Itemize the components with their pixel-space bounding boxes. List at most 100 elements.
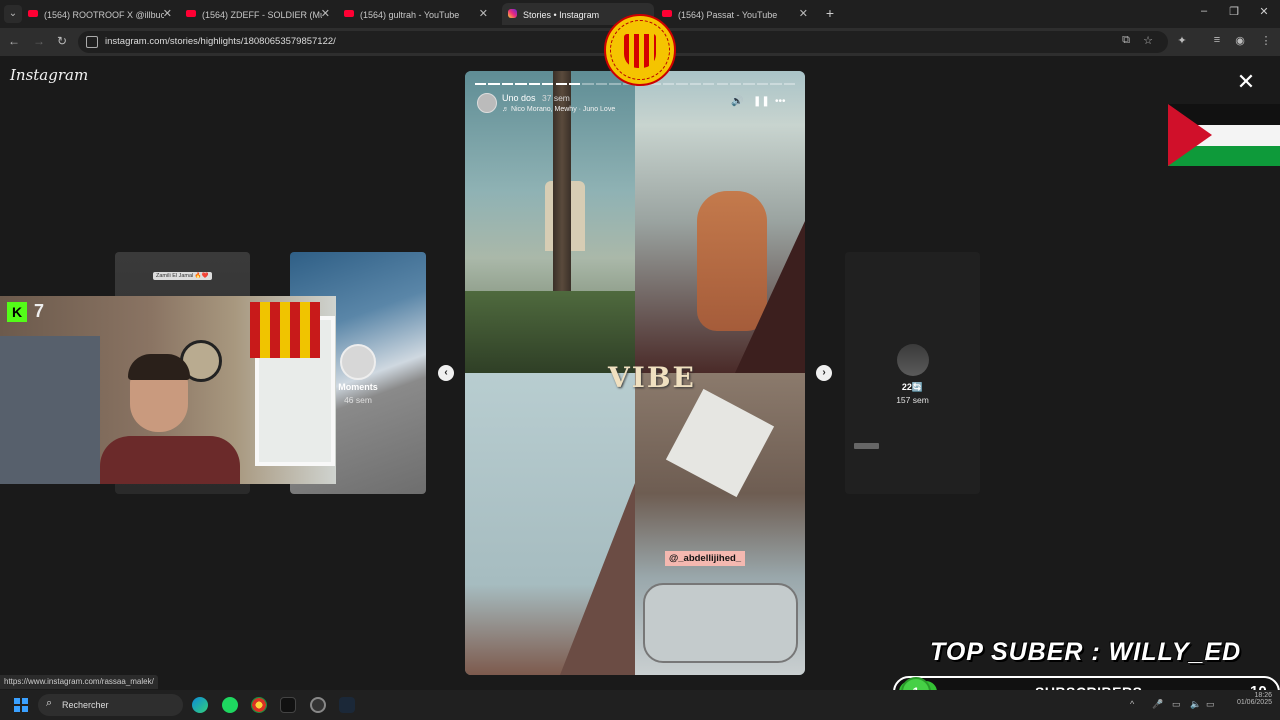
- close-story-button[interactable]: ✕: [1236, 71, 1256, 93]
- club-emblem-logo: [604, 14, 676, 86]
- obs-icon[interactable]: [310, 697, 326, 713]
- forward-icon[interactable]: →: [31, 34, 47, 48]
- tab-youtube-3[interactable]: (1564) gultrah - YouTube ✕: [344, 3, 494, 25]
- mention-sticker[interactable]: @_abdellijihed_: [665, 551, 746, 566]
- volume-icon[interactable]: 🔊: [731, 96, 743, 107]
- story-progress-segment: [568, 83, 581, 85]
- windows-taskbar: ⌕ Rechercher ^ 🎤 ▭ 🔈 ▭ 18:26 01/06/2025: [0, 690, 1280, 720]
- window-close-icon[interactable]: ✕: [1256, 5, 1272, 18]
- highlight-age: 157 sem: [896, 395, 929, 405]
- story-user-avatar[interactable]: [477, 93, 497, 113]
- top-suber-banner: TOP SUBER : WILLY_ED: [930, 638, 1242, 666]
- next-story-button[interactable]: ›: [816, 365, 832, 381]
- active-story[interactable]: @_abdellijihed_ VIBE Uno dos 37 sem ♬ Ni…: [465, 71, 805, 675]
- story-progress-segment: [770, 83, 782, 85]
- tab-close-icon[interactable]: ✕: [321, 3, 330, 25]
- story-progress-segment: [689, 83, 702, 85]
- microphone-icon[interactable]: 🎤: [1152, 699, 1163, 710]
- story-photo-pharaoh: [635, 71, 805, 373]
- story-card-tag: Zamili El Jamal 🔥❤️: [153, 272, 212, 280]
- install-app-icon[interactable]: ⧉: [1118, 34, 1134, 47]
- streamer: [100, 354, 240, 484]
- story-progress-segment: [743, 83, 755, 85]
- highlight-avatar: [340, 344, 376, 380]
- youtube-icon: [344, 10, 354, 18]
- browser-menu-icon[interactable]: ⋮: [1258, 34, 1274, 47]
- tiktok-icon[interactable]: [280, 697, 296, 713]
- taskbar-search[interactable]: ⌕ Rechercher: [38, 694, 183, 716]
- spotify-icon[interactable]: [222, 697, 238, 713]
- status-link-preview: https://www.instagram.com/rassaa_malek/: [0, 675, 158, 689]
- story-photo-palm: [465, 71, 635, 373]
- youtube-icon: [662, 10, 672, 18]
- story-progress-segment: [703, 83, 715, 85]
- story-progress-segment: [475, 83, 487, 85]
- story-progress-segment: [609, 83, 621, 85]
- search-icon: ⌕: [46, 697, 53, 709]
- story-music-info[interactable]: ♬ Nico Morano, Mewhy · Juno Love: [502, 106, 615, 113]
- tab-youtube-4[interactable]: (1564) Passat - YouTube ✕: [662, 3, 814, 25]
- story-progress-segment: [528, 83, 541, 85]
- tab-close-icon[interactable]: ✕: [479, 3, 488, 25]
- story-progress-segment: [729, 83, 742, 85]
- more-options-icon[interactable]: •••: [775, 96, 786, 107]
- story-progress-segment: [595, 83, 608, 85]
- windows-start-icon[interactable]: [14, 698, 28, 712]
- story-progress-segment: [716, 83, 728, 85]
- palestine-flag: [1168, 104, 1280, 166]
- tray-chevron-icon[interactable]: ^: [1130, 699, 1134, 709]
- story-center-text: VIBE: [608, 361, 696, 394]
- new-tab-button[interactable]: +: [822, 5, 838, 21]
- screen: ⌄ (1564) ROOTROOF X @illbucks ✕ (1564) Z…: [0, 0, 1280, 720]
- tab-youtube-1[interactable]: (1564) ROOTROOF X @illbucks ✕: [28, 3, 178, 25]
- edge-icon[interactable]: [192, 697, 208, 713]
- chrome-icon[interactable]: [251, 697, 267, 713]
- previous-story-button[interactable]: ‹: [438, 365, 454, 381]
- instagram-icon: [508, 9, 517, 19]
- media-controls-icon[interactable]: ≡: [1209, 34, 1225, 46]
- story-photo-sketch: [465, 373, 635, 675]
- steam-icon[interactable]: [339, 697, 355, 713]
- tab-close-icon[interactable]: ✕: [799, 3, 808, 25]
- story-progress-segment: [756, 83, 769, 85]
- story-progress-segment: [582, 83, 594, 85]
- story-progress-segment: [662, 83, 675, 85]
- story-progress-segment: [488, 83, 500, 85]
- kick-viewer-count: 7: [34, 301, 45, 321]
- story-progress-segment: [501, 83, 514, 85]
- webcam-overlay: [0, 296, 336, 484]
- story-progress-segment: [783, 83, 795, 85]
- highlight-chip: [854, 443, 879, 449]
- minimize-icon[interactable]: –: [1196, 5, 1212, 17]
- story-photo-drawing: @_abdellijihed_: [635, 373, 805, 675]
- restore-icon[interactable]: ❐: [1226, 5, 1242, 18]
- network-icon[interactable]: ▭: [1172, 699, 1181, 710]
- pause-icon[interactable]: ❚❚: [753, 96, 770, 107]
- story-username[interactable]: Uno dos: [502, 93, 536, 103]
- story-progress-segment: [542, 83, 554, 85]
- profile-avatar[interactable]: ◉: [1232, 34, 1248, 47]
- story-timestamp: 37 sem: [542, 93, 570, 103]
- club-banner: [250, 302, 320, 358]
- speaker-icon[interactable]: 🔈: [1190, 699, 1201, 710]
- kick-icon: K: [7, 302, 27, 322]
- tab-close-icon[interactable]: ✕: [163, 3, 172, 25]
- highlight-avatar: [897, 344, 929, 376]
- battery-icon[interactable]: ▭: [1206, 699, 1215, 710]
- story-card-next[interactable]: 22🔄 157 sem: [845, 252, 980, 494]
- story-progress-segment: [515, 83, 527, 85]
- youtube-icon: [186, 10, 196, 18]
- tab-search-button[interactable]: ⌄: [4, 5, 22, 23]
- site-info-icon[interactable]: [86, 36, 98, 48]
- taskbar-clock[interactable]: 18:26 01/06/2025: [1226, 692, 1272, 706]
- tab-youtube-2[interactable]: (1564) ZDEFF - SOLDIER (Music ✕: [186, 3, 336, 25]
- back-icon[interactable]: ←: [6, 34, 22, 48]
- youtube-icon: [28, 10, 38, 18]
- instagram-logo[interactable]: Instagram: [10, 66, 88, 84]
- bookmark-star-icon[interactable]: ☆: [1140, 34, 1156, 47]
- extensions-icon[interactable]: ✦: [1174, 34, 1190, 47]
- story-progress-segment: [676, 83, 688, 85]
- story-progress-segment: [555, 83, 567, 85]
- reload-icon[interactable]: ↻: [54, 34, 70, 48]
- graffiti-sketch: [643, 583, 798, 663]
